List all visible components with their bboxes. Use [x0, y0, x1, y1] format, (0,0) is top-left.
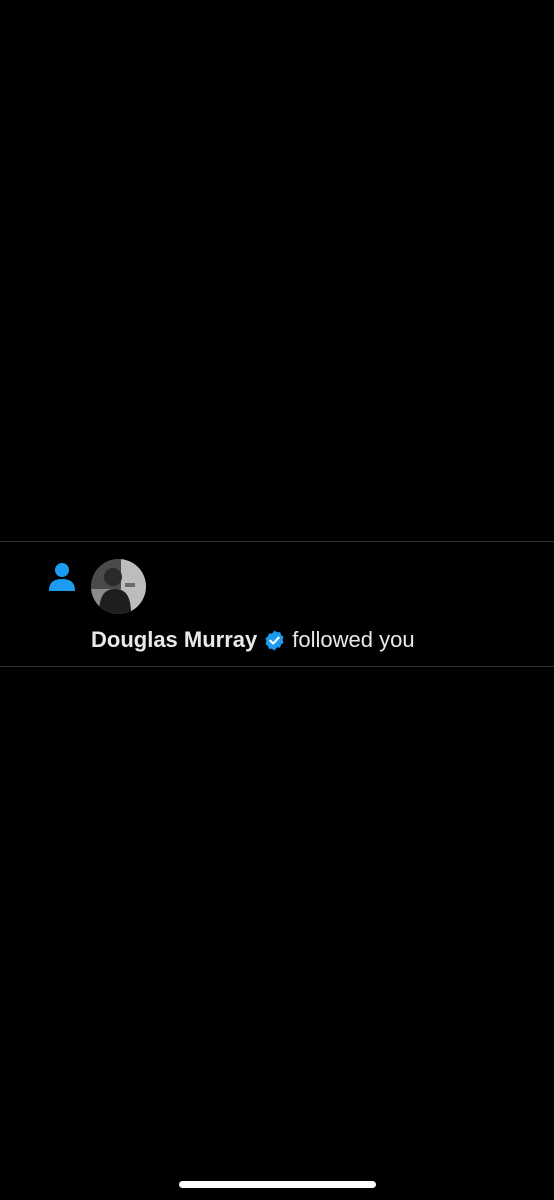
- user-name-link[interactable]: Douglas Murray: [91, 626, 257, 654]
- user-avatar[interactable]: [91, 559, 146, 614]
- home-indicator[interactable]: [179, 1181, 376, 1188]
- person-icon: [49, 563, 75, 591]
- avatar-image: [91, 559, 146, 614]
- verified-badge-icon: [265, 629, 284, 651]
- action-text: followed you: [292, 627, 415, 652]
- notification-text: Douglas Murray followed you: [91, 626, 415, 654]
- follow-notification[interactable]: Douglas Murray followed you: [0, 541, 554, 667]
